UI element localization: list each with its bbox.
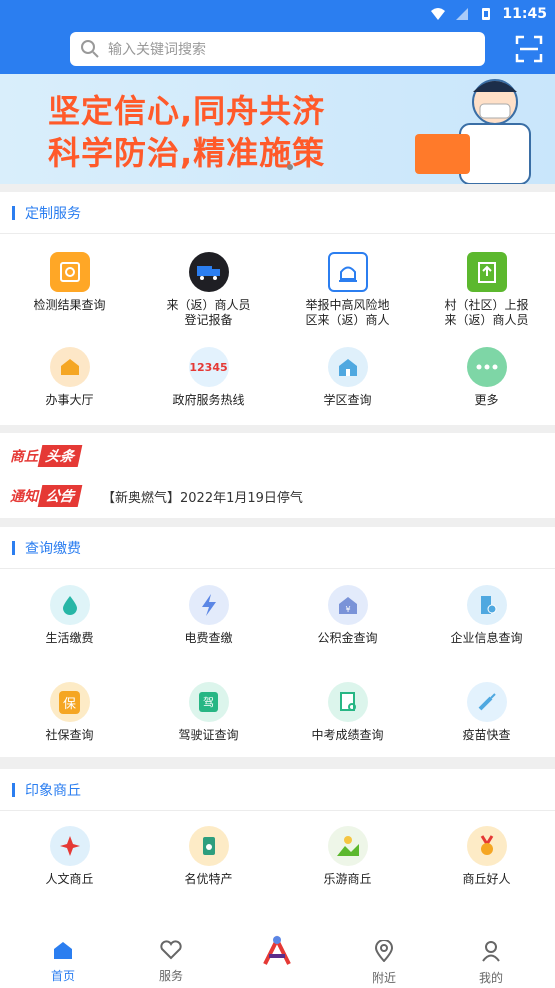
query-enterprise[interactable]: 企业信息查询 bbox=[417, 585, 555, 646]
score-icon bbox=[327, 682, 368, 722]
nav-nearby[interactable]: 附近 bbox=[349, 939, 419, 986]
service-more[interactable]: 更多 bbox=[417, 347, 555, 408]
signal-icon bbox=[456, 8, 469, 20]
nav-center-logo[interactable] bbox=[242, 934, 312, 973]
headline-row[interactable]: 商丘 头条 bbox=[10, 445, 83, 467]
impression-good-people[interactable]: 商丘好人 bbox=[417, 826, 555, 887]
status-time: 11:45 bbox=[502, 6, 547, 22]
headline-tag: 商丘 头条 bbox=[10, 445, 83, 467]
scan-icon[interactable] bbox=[515, 35, 543, 63]
heart-icon bbox=[160, 940, 182, 960]
query-electricity[interactable]: 电费查缴 bbox=[139, 585, 278, 646]
impression-panel: 印象商丘 人文商丘 名优特产 乐游商丘 商丘好人 bbox=[0, 769, 555, 930]
status-bar: 11:45 bbox=[430, 4, 547, 24]
license-icon: 驾 bbox=[188, 682, 229, 722]
impression-travel[interactable]: 乐游商丘 bbox=[278, 826, 417, 887]
carousel-indicator[interactable] bbox=[287, 164, 293, 170]
clipboard-icon bbox=[466, 252, 507, 292]
more-icon bbox=[466, 347, 507, 387]
impression-specialty[interactable]: 名优特产 bbox=[139, 826, 278, 887]
home-icon bbox=[54, 942, 72, 959]
query-driver-license[interactable]: 驾 驾驶证查询 bbox=[139, 682, 278, 743]
service-school-district[interactable]: 学区查询 bbox=[278, 347, 417, 408]
school-icon bbox=[327, 347, 368, 387]
search-placeholder: 输入关键词搜索 bbox=[108, 42, 206, 58]
service-hotline[interactable]: 12345 政府服务热线 bbox=[139, 347, 278, 408]
custom-services-panel: 定制服务 检测结果查询 来（返）商人员 登记报备 举报中高风险地 区来（返）商人… bbox=[0, 192, 555, 425]
query-exam-score[interactable]: 中考成绩查询 bbox=[278, 682, 417, 743]
location-icon bbox=[374, 939, 394, 963]
fund-house-icon: ¥ bbox=[327, 585, 368, 625]
nav-service[interactable]: 服务 bbox=[136, 940, 206, 984]
section-title-custom: 定制服务 bbox=[0, 192, 555, 234]
culture-icon bbox=[49, 826, 90, 866]
banner-line-1: 坚定信心,同舟共济 bbox=[48, 92, 326, 130]
hotline-icon: 12345 bbox=[188, 347, 229, 387]
top-header: 11:45 输入关键词搜索 bbox=[0, 0, 555, 74]
house-icon bbox=[49, 347, 90, 387]
section-title-query: 查询缴费 bbox=[0, 527, 555, 569]
service-return-register[interactable]: 来（返）商人员 登记报备 bbox=[139, 252, 278, 328]
impression-culture[interactable]: 人文商丘 bbox=[0, 826, 139, 887]
notice-row[interactable]: 通知 公告 【新奥燃气】2022年1月19日停气 bbox=[10, 485, 303, 507]
notice-text[interactable]: 【新奥燃气】2022年1月19日停气 bbox=[102, 487, 303, 506]
specialty-icon bbox=[188, 826, 229, 866]
nav-home[interactable]: 首页 bbox=[28, 940, 98, 984]
service-test-result[interactable]: 检测结果查询 bbox=[0, 252, 139, 313]
battery-icon bbox=[482, 8, 491, 20]
building-icon bbox=[466, 585, 507, 625]
svg-text:¥: ¥ bbox=[345, 605, 350, 614]
news-panel: 商丘 头条 通知 公告 【新奥燃气】2022年1月19日停气 bbox=[0, 433, 555, 518]
insurance-icon: 保 bbox=[49, 682, 90, 722]
query-housing-fund[interactable]: ¥ 公积金查询 bbox=[278, 585, 417, 646]
search-doc-icon bbox=[49, 252, 90, 292]
section-title-impression: 印象商丘 bbox=[0, 769, 555, 811]
query-vaccine[interactable]: 疫苗快查 bbox=[417, 682, 555, 743]
lightning-icon bbox=[188, 585, 229, 625]
syringe-icon bbox=[466, 682, 507, 722]
query-social-security[interactable]: 保 社保查询 bbox=[0, 682, 139, 743]
wifi-icon bbox=[431, 8, 446, 20]
banner-carousel[interactable]: 坚定信心,同舟共济 科学防治,精准施策 bbox=[0, 74, 555, 184]
service-hall[interactable]: 办事大厅 bbox=[0, 347, 139, 408]
service-village-report[interactable]: 村（社区）上报 来（返）商人员 bbox=[417, 252, 555, 328]
search-icon bbox=[81, 40, 99, 58]
user-icon bbox=[482, 941, 500, 962]
search-input[interactable]: 输入关键词搜索 bbox=[70, 32, 485, 66]
notice-tag: 通知 公告 bbox=[10, 485, 83, 507]
medal-icon bbox=[466, 826, 507, 866]
alarm-icon bbox=[327, 252, 368, 292]
query-panel: 查询缴费 生活缴费 电费查缴 ¥ 公积金查询 企业信息查询 保 社保查询 驾 驾… bbox=[0, 527, 555, 757]
query-living-pay[interactable]: 生活缴费 bbox=[0, 585, 139, 646]
logo-icon bbox=[263, 935, 291, 965]
service-report-risk[interactable]: 举报中高风险地 区来（返）商人 bbox=[278, 252, 417, 328]
water-drop-icon bbox=[49, 585, 90, 625]
truck-icon bbox=[188, 252, 229, 292]
doctor-illustration-icon bbox=[415, 79, 531, 184]
travel-icon bbox=[327, 826, 368, 866]
nav-mine[interactable]: 我的 bbox=[456, 940, 526, 986]
bottom-nav: 首页 服务 附近 我的 bbox=[0, 930, 555, 988]
banner-line-2: 科学防治,精准施策 bbox=[48, 134, 326, 172]
